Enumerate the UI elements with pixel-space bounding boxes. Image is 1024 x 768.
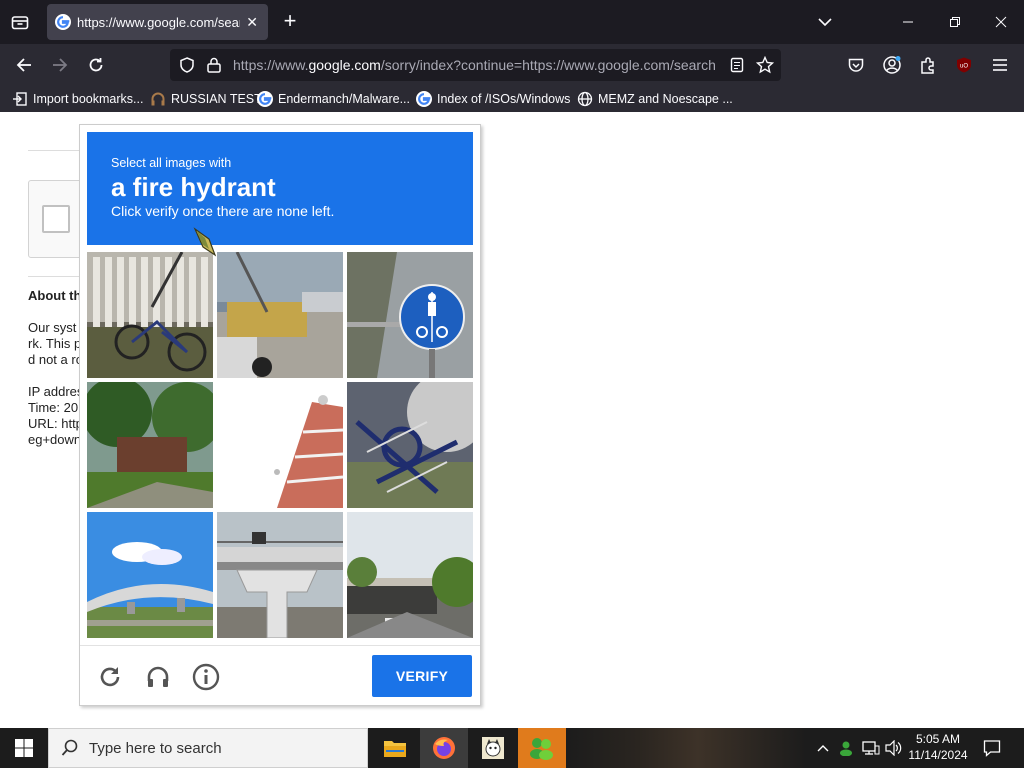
- close-window-icon[interactable]: [991, 12, 1011, 32]
- google-icon: [416, 91, 432, 107]
- bookmarks-toolbar: Import bookmarks... RUSSIAN TEST Enderma…: [0, 86, 1024, 112]
- body-line: IP addres: [28, 384, 84, 399]
- globe-icon: [577, 91, 593, 107]
- bookmark-label: Import bookmarks...: [33, 92, 144, 106]
- verify-button[interactable]: VERIFY: [372, 655, 472, 697]
- tab-close-icon[interactable]: ✕: [244, 14, 260, 31]
- page-content: About th Our syst rk. This p d not a ro …: [0, 112, 1024, 728]
- about-heading: About th: [28, 288, 82, 303]
- tab-list-icon[interactable]: [8, 10, 32, 34]
- import-icon: [13, 92, 27, 106]
- search-placeholder: Type here to search: [89, 739, 222, 757]
- chevron-down-icon[interactable]: [815, 12, 835, 32]
- captcha-instruction: Select all images with: [111, 156, 232, 170]
- chevron-up-icon[interactable]: [814, 728, 832, 768]
- account-icon[interactable]: [880, 53, 904, 77]
- bookmark-star-icon[interactable]: [756, 56, 774, 74]
- taskbar-background: [566, 728, 806, 768]
- bookmark-russian-test[interactable]: RUSSIAN TEST: [150, 90, 262, 108]
- headphones-icon: [151, 92, 165, 106]
- address-bar[interactable]: https://www.google.com/sorry/index?conti…: [170, 49, 781, 81]
- captcha-challenge: Select all images with a fire hydrant Cl…: [79, 124, 481, 706]
- buddy-tray-icon[interactable]: [836, 728, 856, 768]
- browser-tab[interactable]: https://www.google.com/search?q= ✕: [47, 4, 268, 40]
- captcha-footer-divider: [80, 645, 480, 646]
- navigation-toolbar: https://www.google.com/sorry/index?conti…: [0, 44, 1024, 86]
- reader-view-icon[interactable]: [729, 57, 745, 73]
- search-icon: [61, 739, 78, 756]
- reload-challenge-icon[interactable]: [95, 662, 125, 692]
- captcha-subtext: Click verify once there are none left.: [111, 203, 335, 219]
- info-icon[interactable]: [191, 662, 221, 692]
- tab-bar: https://www.google.com/search?q= ✕ +: [0, 0, 1024, 44]
- svg-text:uO: uO: [960, 64, 968, 70]
- new-tab-button[interactable]: +: [278, 10, 302, 34]
- bookmark-import[interactable]: Import bookmarks...: [12, 90, 143, 108]
- restore-icon[interactable]: [945, 12, 965, 32]
- captcha-tile-3[interactable]: [347, 252, 473, 378]
- captcha-tile-5[interactable]: [217, 382, 343, 508]
- ublock-icon[interactable]: uO: [952, 53, 976, 77]
- buddy-app-icon[interactable]: [518, 728, 566, 768]
- clock-time: 5:05 AM: [915, 732, 961, 746]
- extensions-icon[interactable]: [916, 53, 940, 77]
- bookmark-endermanch[interactable]: Endermanch/Malware...: [257, 90, 410, 108]
- forward-icon[interactable]: [48, 53, 72, 77]
- reload-icon[interactable]: [84, 53, 108, 77]
- network-icon[interactable]: [860, 728, 882, 768]
- bookmark-label: MEMZ and Noescape ...: [598, 92, 733, 106]
- audio-challenge-icon[interactable]: [143, 662, 173, 692]
- body-line: Our syst: [28, 320, 77, 335]
- clock-date: 11/14/2024: [908, 748, 968, 762]
- windows-start-icon[interactable]: [0, 728, 48, 768]
- tab-title: https://www.google.com/search?q=: [77, 14, 240, 30]
- mouse-cursor-icon: [193, 227, 217, 257]
- body-line: rk. This p: [28, 336, 82, 351]
- captcha-tile-6[interactable]: [347, 382, 473, 508]
- google-icon: [55, 14, 71, 30]
- body-line: Time: 20: [28, 400, 79, 415]
- back-icon[interactable]: [12, 53, 36, 77]
- cat-app-icon[interactable]: [469, 728, 517, 768]
- volume-icon[interactable]: [884, 728, 904, 768]
- captcha-tile-8[interactable]: [217, 512, 343, 638]
- captcha-tile-1[interactable]: [87, 252, 213, 378]
- url-text[interactable]: https://www.google.com/sorry/index?conti…: [233, 57, 717, 73]
- captcha-image-grid: [87, 252, 473, 638]
- lock-icon[interactable]: [206, 56, 222, 74]
- body-line: d not a ro: [28, 352, 83, 367]
- recaptcha-checkbox[interactable]: [42, 205, 70, 233]
- firefox-icon[interactable]: [420, 728, 468, 768]
- captcha-tile-4[interactable]: [87, 382, 213, 508]
- system-clock[interactable]: 5:05 AM 11/14/2024: [905, 731, 971, 763]
- captcha-tile-7[interactable]: [87, 512, 213, 638]
- body-line[interactable]: URL: http: [28, 416, 83, 432]
- body-line[interactable]: eg+down: [28, 432, 81, 448]
- taskbar: Type here to search 5:05 AM 11/14/2024: [0, 728, 1024, 768]
- pocket-icon[interactable]: [844, 53, 868, 77]
- google-icon: [257, 91, 273, 107]
- captcha-target: a fire hydrant: [111, 172, 276, 202]
- file-explorer-icon[interactable]: [371, 728, 419, 768]
- captcha-tile-9[interactable]: [347, 512, 473, 638]
- notifications-icon[interactable]: [980, 728, 1004, 768]
- bookmark-label: RUSSIAN TEST: [171, 92, 262, 106]
- bookmark-label: Endermanch/Malware...: [278, 92, 411, 106]
- taskbar-search[interactable]: Type here to search: [48, 728, 368, 768]
- captcha-tile-2[interactable]: [217, 252, 343, 378]
- menu-icon[interactable]: [988, 53, 1012, 77]
- bookmark-memz[interactable]: MEMZ and Noescape ...: [577, 90, 733, 108]
- shield-icon[interactable]: [178, 56, 196, 74]
- bookmark-label: Index of /ISOs/Windows: [437, 92, 571, 106]
- bookmark-index-isos[interactable]: Index of /ISOs/Windows: [416, 90, 570, 108]
- captcha-header: Select all images with a fire hydrant Cl…: [87, 132, 473, 245]
- minimize-icon[interactable]: [898, 12, 918, 32]
